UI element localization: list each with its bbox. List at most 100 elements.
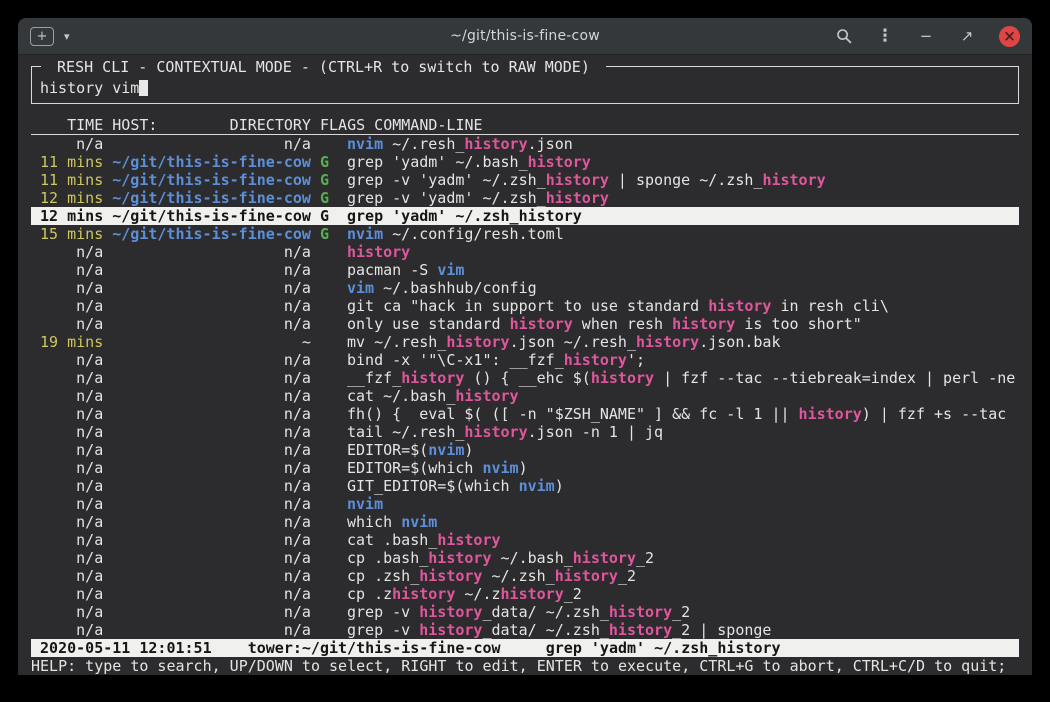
history-row[interactable]: 15 mins ~/git/this-is-fine-cow G nvim ~/… bbox=[31, 225, 1019, 243]
command-segment: ~/.zsh_ bbox=[482, 567, 554, 585]
history-row[interactable]: n/a n/a bind -x '"\C-x1": __fzf_history'… bbox=[31, 351, 1019, 369]
row-directory: n/a bbox=[112, 369, 311, 387]
command-segment: grep -v 'yadm' ~/.zsh_ bbox=[347, 189, 546, 207]
command-segment: in resh cli\ bbox=[771, 297, 888, 315]
command-segment: history bbox=[672, 315, 735, 333]
history-row[interactable]: n/a n/a vim ~/.bashhub/config bbox=[31, 279, 1019, 297]
search-input[interactable]: history vim bbox=[40, 79, 1010, 97]
row-directory: n/a bbox=[112, 567, 311, 585]
row-command: GIT_EDITOR=$(which nvim) bbox=[347, 477, 1019, 495]
command-segment: when resh bbox=[573, 315, 672, 333]
row-directory: n/a bbox=[112, 315, 311, 333]
history-row[interactable]: 12 mins ~/git/this-is-fine-cow G grep 'y… bbox=[31, 207, 1019, 225]
row-directory: n/a bbox=[112, 351, 311, 369]
history-row[interactable]: n/a n/a EDITOR=$(nvim) bbox=[31, 441, 1019, 459]
row-command: cat ~/.bash_history bbox=[347, 387, 1019, 405]
row-directory: ~/git/this-is-fine-cow bbox=[112, 153, 311, 171]
history-row[interactable]: n/a n/a fh() { eval $( ([ -n "$ZSH_NAME"… bbox=[31, 405, 1019, 423]
command-segment: nvim bbox=[482, 459, 518, 477]
row-directory: ~/git/this-is-fine-cow bbox=[112, 207, 311, 225]
history-row[interactable]: n/a n/a EDITOR=$(which nvim) bbox=[31, 459, 1019, 477]
row-git-flag bbox=[320, 261, 338, 279]
command-segment: grep 'yadm' ~/.zsh_history bbox=[347, 207, 582, 225]
kebab-menu-icon: ⋮ bbox=[877, 26, 894, 46]
row-time: n/a bbox=[31, 369, 103, 387]
history-row[interactable]: 12 mins ~/git/this-is-fine-cow G grep -v… bbox=[31, 189, 1019, 207]
restore-button[interactable]: ↗ bbox=[958, 27, 976, 45]
history-row[interactable]: n/a n/a nvim bbox=[31, 495, 1019, 513]
history-row[interactable]: n/a n/a cat ~/.bash_history bbox=[31, 387, 1019, 405]
command-segment: history bbox=[464, 423, 527, 441]
command-segment: history bbox=[528, 153, 591, 171]
row-time: n/a bbox=[31, 477, 103, 495]
command-segment: grep 'yadm' ~/.bash_ bbox=[347, 153, 528, 171]
row-git-flag bbox=[320, 297, 338, 315]
command-segment: history bbox=[419, 567, 482, 585]
command-segment: .json.bak bbox=[699, 333, 780, 351]
command-segment: history bbox=[799, 405, 862, 423]
search-button[interactable] bbox=[835, 27, 853, 45]
command-segment: .json ~/.resh_ bbox=[510, 333, 636, 351]
command-segment: nvim bbox=[519, 477, 555, 495]
row-git-flag bbox=[320, 621, 338, 639]
history-row[interactable]: n/a n/a cat .bash_history bbox=[31, 531, 1019, 549]
row-directory: ~ bbox=[112, 333, 311, 351]
history-row[interactable]: n/a n/a grep -v history_data/ ~/.zsh_his… bbox=[31, 621, 1019, 639]
menu-button[interactable]: ⋮ bbox=[876, 27, 894, 45]
close-button[interactable]: × bbox=[999, 26, 1020, 47]
history-row[interactable]: n/a n/a only use standard history when r… bbox=[31, 315, 1019, 333]
command-segment: history bbox=[573, 549, 636, 567]
row-time: 11 mins bbox=[31, 153, 103, 171]
status-command: grep 'yadm' ~/.zsh_history bbox=[546, 639, 781, 657]
row-directory: n/a bbox=[112, 423, 311, 441]
history-row[interactable]: n/a n/a tail ~/.resh_history.json -n 1 |… bbox=[31, 423, 1019, 441]
row-time: n/a bbox=[31, 585, 103, 603]
minimize-button[interactable]: − bbox=[917, 27, 935, 45]
row-directory: n/a bbox=[112, 603, 311, 621]
row-command: fh() { eval $( ([ -n "$ZSH_NAME" ] && fc… bbox=[347, 405, 1019, 423]
command-segment: history bbox=[419, 621, 482, 639]
history-row[interactable]: n/a n/a grep -v history_data/ ~/.zsh_his… bbox=[31, 603, 1019, 621]
row-time: 12 mins bbox=[31, 189, 103, 207]
row-directory: n/a bbox=[112, 549, 311, 567]
history-row[interactable]: n/a n/a GIT_EDITOR=$(which nvim) bbox=[31, 477, 1019, 495]
history-row[interactable]: n/a n/a pacman -S vim bbox=[31, 261, 1019, 279]
row-command: tail ~/.resh_history.json -n 1 | jq bbox=[347, 423, 1019, 441]
command-segment: nvim bbox=[347, 135, 383, 153]
row-git-flag bbox=[320, 603, 338, 621]
row-time: n/a bbox=[31, 135, 103, 153]
profile-dropdown-button[interactable]: ▾ bbox=[62, 28, 72, 45]
history-row[interactable]: n/a n/a cp .bash_history ~/.bash_history… bbox=[31, 549, 1019, 567]
command-segment: () { __ehc $( bbox=[464, 369, 590, 387]
command-segment: ~/.bashhub/config bbox=[374, 279, 537, 297]
command-segment: ) | fzf +s --tac bbox=[862, 405, 1007, 423]
history-row[interactable]: n/a n/a which nvim bbox=[31, 513, 1019, 531]
row-time: n/a bbox=[31, 279, 103, 297]
row-directory: n/a bbox=[112, 585, 311, 603]
new-tab-button[interactable]: + bbox=[30, 27, 54, 46]
history-row[interactable]: n/a n/a cp .zhistory ~/.zhistory_2 bbox=[31, 585, 1019, 603]
history-row[interactable]: n/a n/a __fzf_history () { __ehc $(histo… bbox=[31, 369, 1019, 387]
history-row[interactable]: n/a n/a cp .zsh_history ~/.zsh_history_2 bbox=[31, 567, 1019, 585]
search-query-text: history vim bbox=[40, 79, 139, 97]
row-command: nvim ~/.config/resh.toml bbox=[347, 225, 1019, 243]
history-table-header: TIME HOST: DIRECTORY FLAGS COMMAND-LINE bbox=[31, 116, 1019, 135]
row-git-flag bbox=[320, 279, 338, 297]
command-segment: git ca "hack in support to use standard bbox=[347, 297, 708, 315]
row-command: only use standard history when resh hist… bbox=[347, 315, 1019, 333]
history-row[interactable]: 11 mins ~/git/this-is-fine-cow G grep 'y… bbox=[31, 153, 1019, 171]
history-row[interactable]: n/a n/a nvim ~/.resh_history.json bbox=[31, 135, 1019, 153]
row-time: n/a bbox=[31, 297, 103, 315]
row-command: grep -v 'yadm' ~/.zsh_history | sponge ~… bbox=[347, 171, 1019, 189]
resh-search-box: RESH CLI - CONTEXTUAL MODE - (CTRL+R to … bbox=[31, 66, 1019, 104]
history-row[interactable]: 19 mins ~ mv ~/.resh_history.json ~/.res… bbox=[31, 333, 1019, 351]
row-git-flag bbox=[320, 243, 338, 261]
history-row[interactable]: n/a n/a git ca "hack in support to use s… bbox=[31, 297, 1019, 315]
close-icon: × bbox=[1003, 27, 1016, 45]
command-segment: history bbox=[464, 135, 527, 153]
row-directory: n/a bbox=[112, 441, 311, 459]
row-time: n/a bbox=[31, 549, 103, 567]
history-row[interactable]: 11 mins ~/git/this-is-fine-cow G grep -v… bbox=[31, 171, 1019, 189]
row-git-flag bbox=[320, 585, 338, 603]
history-row[interactable]: n/a n/a history bbox=[31, 243, 1019, 261]
